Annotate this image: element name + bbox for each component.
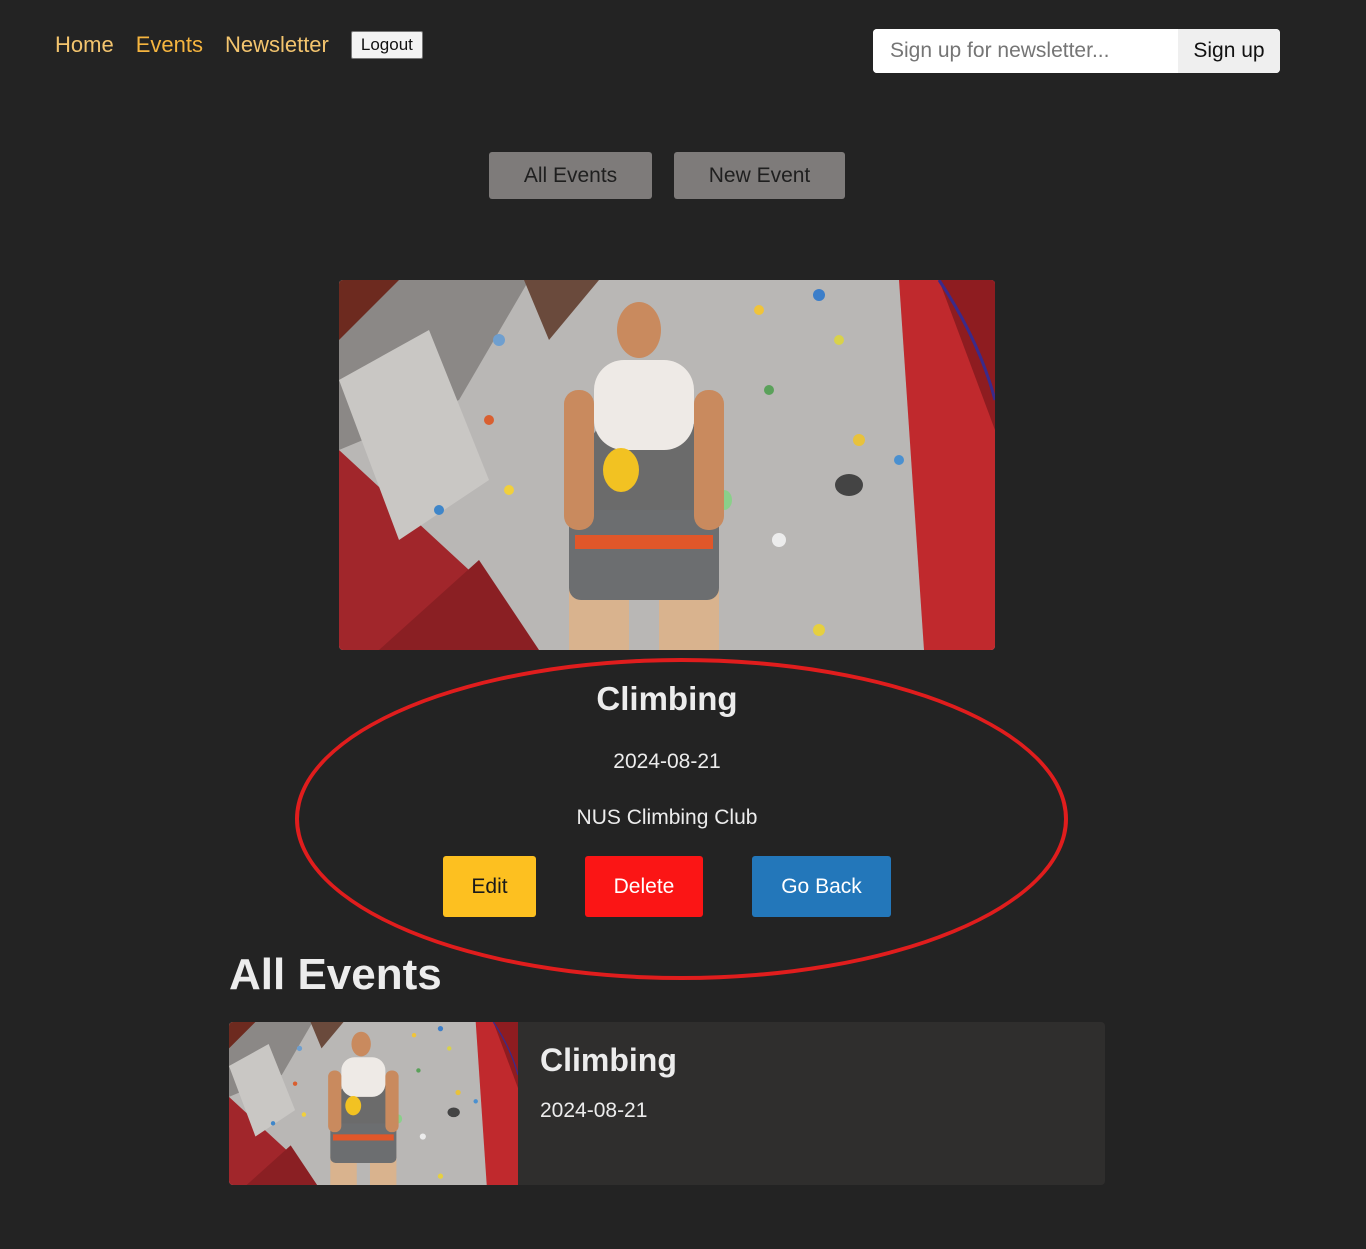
go-back-button[interactable]: Go Back [752, 856, 891, 917]
edit-button[interactable]: Edit [443, 856, 536, 917]
event-card-title: Climbing [540, 1042, 677, 1078]
nav-home-link[interactable]: Home [55, 30, 114, 60]
climber-thumbnail [229, 1022, 518, 1185]
event-card-date: 2024-08-21 [540, 1099, 648, 1122]
event-title: Climbing [596, 680, 738, 717]
nav-events-link[interactable]: Events [136, 30, 203, 60]
event-card-body: Climbing 2024-08-21 [540, 1042, 677, 1123]
newsletter-signup-form: Sign up [873, 29, 1280, 73]
newsletter-email-input[interactable] [873, 29, 1178, 73]
all-events-button[interactable]: All Events [489, 152, 652, 199]
nav-newsletter-link[interactable]: Newsletter [225, 30, 329, 60]
events-subnav: All Events New Event [489, 152, 867, 199]
climber-photo [339, 280, 995, 650]
event-card-image[interactable] [229, 1022, 518, 1185]
logout-button[interactable]: Logout [350, 31, 423, 59]
event-actions: Edit Delete Go Back [443, 856, 891, 917]
event-detail: Climbing 2024-08-21 NUS Climbing Club [339, 680, 995, 830]
new-event-button[interactable]: New Event [674, 152, 845, 199]
delete-button[interactable]: Delete [585, 856, 703, 917]
newsletter-signup-button[interactable]: Sign up [1178, 29, 1280, 73]
all-events-heading: All Events [229, 950, 442, 999]
event-organizer: NUS Climbing Club [576, 806, 758, 829]
event-date: 2024-08-21 [613, 750, 721, 773]
event-image [339, 280, 995, 650]
main-nav: Home Events Newsletter Logout [55, 30, 423, 60]
